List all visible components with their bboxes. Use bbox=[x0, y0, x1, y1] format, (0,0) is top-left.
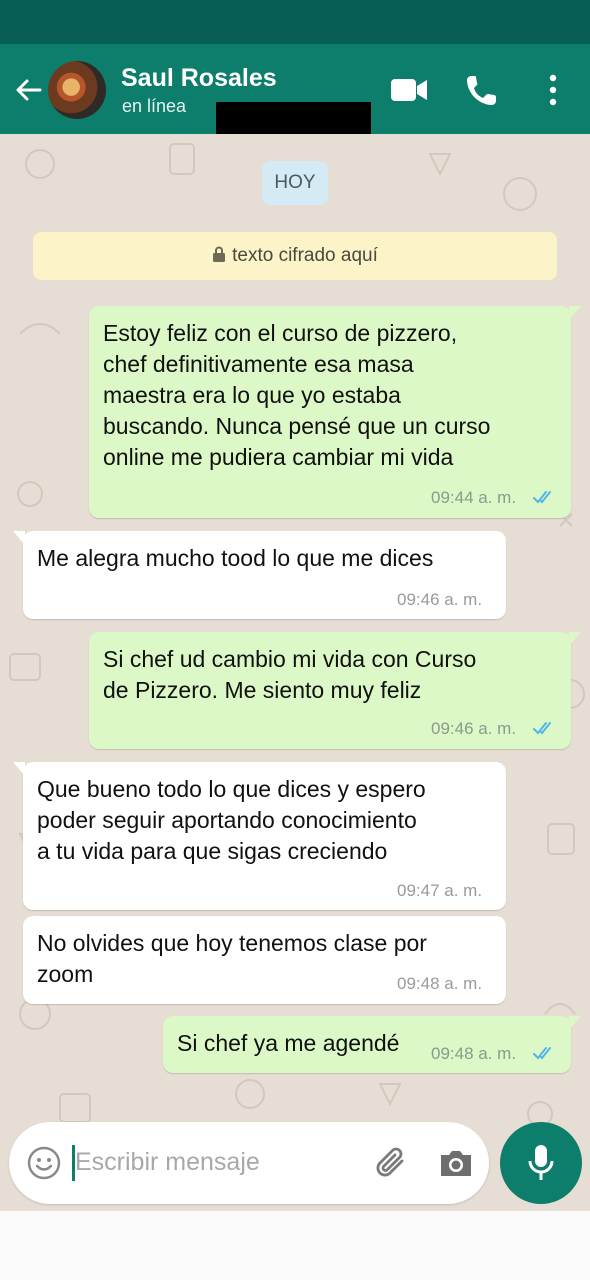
message-time: 09:48 a. m. bbox=[397, 974, 483, 993]
message-time: 09:46 a. m. bbox=[431, 719, 517, 738]
bottom-area bbox=[0, 1211, 590, 1280]
message-time: 09:44 a. m. bbox=[431, 488, 517, 507]
mic-button[interactable] bbox=[500, 1122, 582, 1204]
message-bubble[interactable]: Estoy feliz con el curso de pizzero, che… bbox=[89, 306, 581, 518]
message-time: 09:48 a. m. bbox=[431, 1044, 517, 1063]
message-input[interactable]: Escribir mensaje bbox=[75, 1148, 260, 1177]
message-bubble[interactable]: Me alegra mucho tood lo que me dices 09:… bbox=[13, 531, 506, 619]
redaction-box bbox=[216, 102, 371, 134]
chat-area[interactable]: HOY texto cifrado aquí Estoy feliz con e… bbox=[0, 134, 590, 1211]
read-receipt-icon bbox=[533, 491, 551, 504]
avatar[interactable] bbox=[48, 61, 106, 119]
message-text: Que bueno todo lo que dices y espero pod… bbox=[37, 776, 426, 864]
message-bubble[interactable]: No olvides que hoy tenemos clase por zoo… bbox=[23, 916, 506, 1004]
video-call-icon[interactable] bbox=[389, 70, 429, 110]
read-receipt-icon bbox=[533, 1047, 551, 1060]
message-bubble[interactable]: Si chef ud cambio mi vida con Curso de P… bbox=[89, 632, 581, 749]
message-text: Estoy feliz con el curso de pizzero, che… bbox=[103, 320, 491, 470]
message-time: 09:47 a. m. bbox=[397, 881, 483, 900]
message-bubble[interactable]: Si chef ya me agendé 09:48 a. m. bbox=[163, 1016, 581, 1073]
read-receipt-icon bbox=[533, 722, 551, 735]
presence-status: en línea bbox=[122, 96, 187, 116]
encryption-notice[interactable]: texto cifrado aquí bbox=[33, 232, 557, 280]
message-text: No olvides que hoy tenemos clase por zoo… bbox=[37, 930, 427, 987]
lock-icon bbox=[213, 246, 226, 262]
date-chip: HOY bbox=[262, 161, 328, 205]
encryption-notice-text: texto cifrado aquí bbox=[232, 245, 378, 266]
attach-icon[interactable] bbox=[371, 1142, 411, 1182]
message-text: Si chef ud cambio mi vida con Curso de P… bbox=[103, 646, 477, 703]
mic-icon bbox=[528, 1145, 554, 1180]
chat-header: Saul Rosales en línea bbox=[0, 44, 590, 134]
back-arrow-icon[interactable] bbox=[12, 74, 44, 106]
message-time: 09:46 a. m. bbox=[397, 590, 483, 609]
phone-icon[interactable] bbox=[462, 70, 502, 110]
message-text: Me alegra mucho tood lo que me dices bbox=[37, 545, 434, 571]
status-bar bbox=[0, 0, 590, 44]
message-bubble[interactable]: Que bueno todo lo que dices y espero pod… bbox=[13, 762, 506, 910]
more-vert-icon[interactable] bbox=[533, 70, 573, 110]
message-text: Si chef ya me agendé bbox=[177, 1030, 400, 1056]
contact-name[interactable]: Saul Rosales bbox=[121, 64, 277, 93]
message-composer: Escribir mensaje bbox=[9, 1122, 489, 1204]
emoji-icon[interactable] bbox=[26, 1145, 62, 1181]
camera-icon[interactable] bbox=[437, 1144, 475, 1182]
